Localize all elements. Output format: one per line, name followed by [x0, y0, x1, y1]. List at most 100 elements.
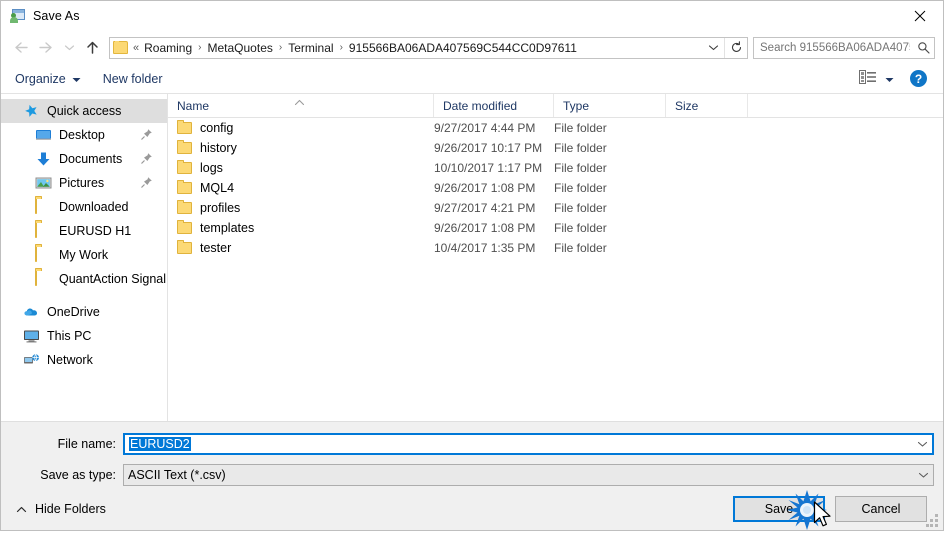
save-as-type-value: ASCII Text (*.csv)	[128, 468, 226, 482]
save-button[interactable]: Save	[733, 496, 825, 522]
file-name-label: MQL4	[200, 181, 235, 195]
navigation-bar: « Roaming › MetaQuotes › Terminal › 9155…	[1, 31, 943, 64]
file-date-cell: 10/4/2017 1:35 PM	[434, 241, 536, 255]
chevron-down-icon[interactable]	[914, 471, 933, 479]
sidebar-item-label: Network	[47, 353, 93, 367]
column-header-name-label: Name	[177, 98, 210, 113]
search-icon[interactable]	[912, 41, 934, 54]
window-title: Save As	[33, 9, 80, 23]
organize-button[interactable]: Organize	[15, 72, 81, 86]
save-as-type-combobox[interactable]: ASCII Text (*.csv)	[123, 464, 934, 486]
file-date-cell: 9/27/2017 4:44 PM	[434, 121, 536, 135]
breadcrumb[interactable]: « Roaming › MetaQuotes › Terminal › 9155…	[110, 40, 702, 55]
file-name-cell: templates	[168, 220, 434, 235]
onedrive-cloud-icon	[23, 304, 40, 320]
file-type-cell: File folder	[554, 221, 607, 235]
cancel-button[interactable]: Cancel	[835, 496, 927, 522]
breadcrumb-overflow[interactable]: «	[132, 42, 142, 54]
column-header-size-label: Size	[675, 98, 699, 113]
address-chevron-down-icon[interactable]	[702, 38, 724, 58]
breadcrumb-separator[interactable]: ›	[194, 42, 205, 53]
folder-icon	[177, 200, 192, 214]
file-name-label: templates	[200, 221, 255, 235]
sidebar-item-label: Quick access	[47, 104, 122, 118]
close-icon[interactable]	[897, 1, 943, 31]
folder-icon	[177, 140, 192, 154]
pin-icon[interactable]	[141, 176, 153, 188]
file-date-cell: 9/26/2017 10:17 PM	[434, 141, 543, 155]
column-header-date-label: Date modified	[443, 98, 518, 113]
file-name-cell: profiles	[168, 200, 434, 215]
pin-icon[interactable]	[141, 128, 153, 140]
hide-folders-button[interactable]: Hide Folders	[10, 502, 106, 516]
table-row[interactable]: logs 10/10/2017 1:17 PM File folder	[168, 158, 943, 178]
column-header-name[interactable]: Name	[168, 94, 434, 117]
table-row[interactable]: MQL4 9/26/2017 1:08 PM File folder	[168, 178, 943, 198]
recent-locations-chevron-down-icon[interactable]	[59, 36, 79, 60]
breadcrumb-separator[interactable]: ›	[336, 42, 347, 53]
table-row[interactable]: config 9/27/2017 4:44 PM File folder	[168, 118, 943, 138]
chevron-down-icon[interactable]	[913, 440, 932, 448]
file-name-combobox[interactable]: EURUSD2	[123, 433, 934, 455]
pin-icon[interactable]	[141, 152, 153, 164]
help-button[interactable]: ?	[910, 70, 927, 87]
star-icon	[23, 103, 40, 119]
file-type-cell: File folder	[554, 121, 607, 135]
sidebar-item-eurusd-h1[interactable]: EURUSD H1	[1, 219, 167, 243]
this-pc-icon	[23, 328, 40, 344]
table-row[interactable]: history 9/26/2017 10:17 PM File folder	[168, 138, 943, 158]
search-input[interactable]	[754, 41, 912, 54]
breadcrumb-item-terminal[interactable]: Terminal	[286, 41, 335, 55]
title-bar: Save As	[1, 1, 943, 31]
breadcrumb-item-folder-id[interactable]: 915566BA06ADA407569C544CC0D97611	[347, 41, 579, 55]
refresh-icon[interactable]	[724, 37, 747, 58]
sort-ascending-icon	[294, 95, 305, 109]
file-list-rows: config 9/27/2017 4:44 PM File folder his…	[168, 118, 943, 421]
sidebar-item-label: Documents	[59, 152, 123, 166]
column-header-type[interactable]: Type	[554, 94, 666, 117]
forward-arrow-icon[interactable]	[33, 36, 59, 60]
new-folder-button[interactable]: New folder	[103, 72, 163, 86]
sidebar-item-network[interactable]: Network	[1, 348, 167, 372]
sidebar-item-label: Pictures	[59, 176, 105, 190]
sidebar-item-my-work[interactable]: My Work	[1, 243, 167, 267]
file-name-cell: config	[168, 120, 434, 135]
file-type-cell: File folder	[554, 241, 607, 255]
sidebar-item-onedrive[interactable]: OneDrive	[1, 300, 167, 324]
breadcrumb-item-metaquotes[interactable]: MetaQuotes	[206, 41, 275, 55]
sidebar-item-quantaction-signal[interactable]: QuantAction Signal	[1, 267, 167, 291]
sidebar-item-label: OneDrive	[47, 305, 100, 319]
file-name-cell: MQL4	[168, 180, 434, 195]
toolbar: Organize New folder ?	[1, 64, 943, 94]
folder-icon	[113, 40, 128, 54]
sidebar-item-downloaded[interactable]: Downloaded	[1, 195, 167, 219]
sidebar-item-desktop[interactable]: Desktop	[1, 123, 167, 147]
column-header-date-modified[interactable]: Date modified	[434, 94, 554, 117]
resize-grip[interactable]	[926, 514, 939, 527]
file-name-input[interactable]: EURUSD2	[125, 437, 913, 451]
sidebar-item-label: EURUSD H1	[59, 224, 132, 238]
breadcrumb-item-roaming[interactable]: Roaming	[142, 41, 194, 55]
search-box[interactable]	[753, 36, 935, 59]
sidebar-item-quick-access[interactable]: Quick access	[1, 99, 167, 123]
table-row[interactable]: profiles 9/27/2017 4:21 PM File folder	[168, 198, 943, 218]
folder-icon	[35, 270, 52, 287]
table-row[interactable]: tester 10/4/2017 1:35 PM File folder	[168, 238, 943, 258]
up-arrow-icon[interactable]	[79, 36, 105, 60]
sidebar-item-this-pc[interactable]: This PC	[1, 324, 167, 348]
dialog-body: Quick access Desktop Documents Pictures …	[1, 94, 943, 421]
sidebar-item-pictures[interactable]: Pictures	[1, 171, 167, 195]
view-options-button[interactable]	[859, 70, 894, 87]
breadcrumb-separator[interactable]: ›	[275, 42, 286, 53]
address-bar[interactable]: « Roaming › MetaQuotes › Terminal › 9155…	[109, 36, 748, 59]
file-name-label: logs	[200, 161, 223, 175]
file-name-row: File name: EURUSD2	[1, 431, 943, 457]
back-arrow-icon[interactable]	[7, 36, 33, 60]
folder-icon	[177, 240, 192, 254]
file-date-cell: 9/26/2017 1:08 PM	[434, 221, 536, 235]
file-list: Name Date modified Type Size config 9/27…	[168, 94, 943, 421]
column-header-size[interactable]: Size	[666, 94, 748, 117]
table-row[interactable]: templates 9/26/2017 1:08 PM File folder	[168, 218, 943, 238]
sidebar-item-documents[interactable]: Documents	[1, 147, 167, 171]
folder-icon	[177, 120, 192, 134]
